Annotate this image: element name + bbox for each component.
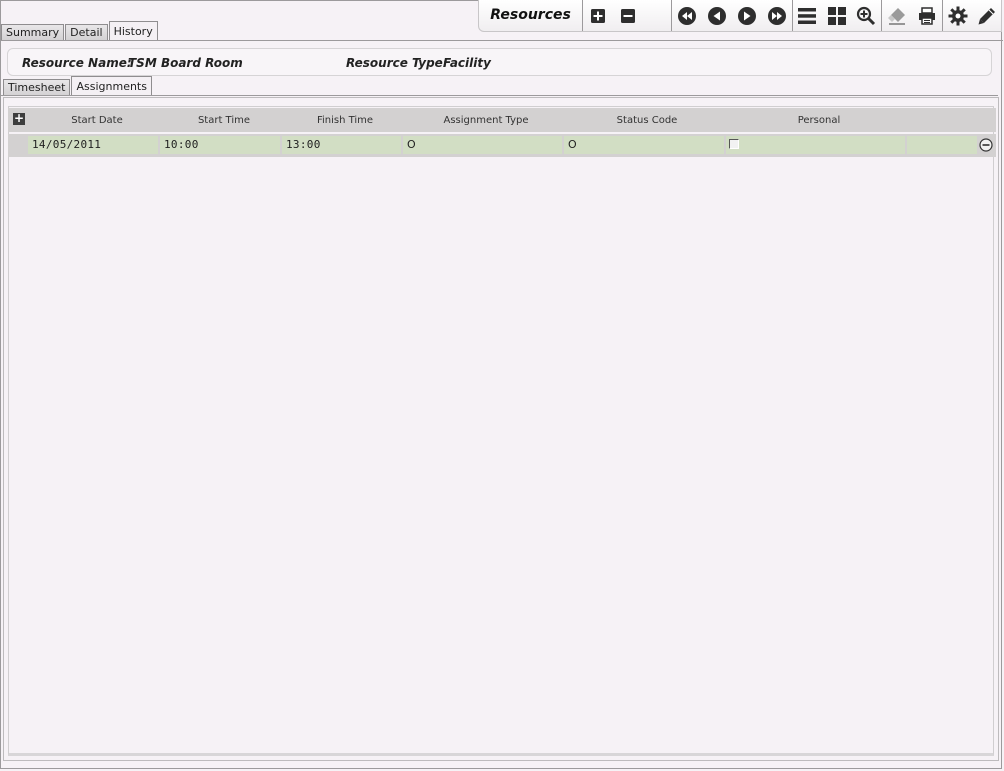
history-tab-bar: Timesheet Assignments: [3, 76, 153, 96]
personal-checkbox[interactable]: [729, 139, 739, 149]
edit-icon: [978, 7, 995, 24]
previous-record-icon: [707, 6, 726, 25]
resource-name-value: TSM Board Room: [128, 56, 243, 70]
first-record-button[interactable]: [672, 0, 702, 31]
column-header-start-date[interactable]: Start Date: [32, 115, 162, 126]
add-record-button[interactable]: [583, 0, 613, 31]
clear-button[interactable]: [882, 0, 912, 31]
resource-type-label: Resource Type:: [346, 56, 448, 70]
last-record-button[interactable]: [762, 0, 792, 31]
edit-button[interactable]: [972, 0, 1001, 31]
zoom-icon: [856, 6, 876, 25]
column-header-status-code[interactable]: Status Code: [567, 115, 727, 126]
column-header-start-time[interactable]: Start Time: [163, 115, 285, 126]
tab-detail[interactable]: Detail: [65, 24, 108, 41]
tab-timesheet[interactable]: Timesheet: [3, 79, 71, 96]
remove-row-icon[interactable]: [979, 138, 993, 152]
resource-type-value: Facility: [443, 56, 491, 70]
cell-start-time[interactable]: 10:00: [160, 136, 280, 154]
eraser-icon: [887, 7, 905, 25]
cell-status-code[interactable]: O: [564, 136, 724, 154]
print-button[interactable]: [912, 0, 942, 31]
grid-view-button[interactable]: [822, 0, 851, 31]
view-group: [793, 0, 882, 31]
column-header-personal[interactable]: Personal: [729, 115, 909, 126]
first-record-icon: [677, 6, 696, 25]
grid-header: + Start Date Start Time Finish Time Assi…: [8, 108, 996, 132]
record-toolbar: Resources: [478, 0, 1002, 32]
column-header-finish-time[interactable]: Finish Time: [285, 115, 405, 126]
cell-personal: [726, 136, 905, 154]
delete-record-icon: [621, 8, 636, 23]
column-header-assignment-type[interactable]: Assignment Type: [406, 115, 566, 126]
cell-start-date[interactable]: 14/05/2011: [28, 136, 158, 154]
settings-group: [943, 0, 1001, 31]
resource-name-label: Resource Name:: [22, 56, 132, 70]
grid-container: [8, 106, 994, 756]
add-record-icon: [591, 8, 606, 23]
list-view-icon: [798, 7, 817, 24]
print-icon: [918, 6, 935, 25]
settings-button[interactable]: [943, 0, 972, 31]
tab-assignments[interactable]: Assignments: [71, 76, 152, 96]
add-row-button[interactable]: +: [13, 112, 25, 125]
sub-tab-divider: [1, 95, 998, 96]
tab-summary[interactable]: Summary: [1, 24, 65, 41]
zoom-button[interactable]: [851, 0, 880, 31]
resource-info-panel: Resource Name: TSM Board Room Resource T…: [7, 48, 992, 76]
cell-empty: [907, 136, 977, 154]
list-view-button[interactable]: [793, 0, 822, 31]
delete-record-button[interactable]: [613, 0, 643, 31]
next-record-button[interactable]: [732, 0, 762, 31]
utility-group: [882, 0, 943, 31]
record-edit-group: [583, 0, 672, 31]
navigation-group: [672, 0, 793, 31]
grid-view-icon: [827, 6, 846, 25]
module-title: Resources: [479, 0, 584, 31]
main-tab-bar: Summary Detail History: [1, 21, 159, 41]
last-record-icon: [767, 6, 786, 25]
tab-divider: [1, 40, 1003, 41]
settings-icon: [948, 6, 967, 25]
table-row[interactable]: 14/05/2011 10:00 13:00 O O: [8, 134, 996, 157]
cell-assignment-type[interactable]: O: [403, 136, 562, 154]
previous-record-button[interactable]: [702, 0, 732, 31]
tab-history[interactable]: History: [108, 21, 158, 41]
cell-finish-time[interactable]: 13:00: [282, 136, 401, 154]
assignments-panel: + Start Date Start Time Finish Time Assi…: [3, 97, 999, 761]
next-record-icon: [737, 6, 756, 25]
